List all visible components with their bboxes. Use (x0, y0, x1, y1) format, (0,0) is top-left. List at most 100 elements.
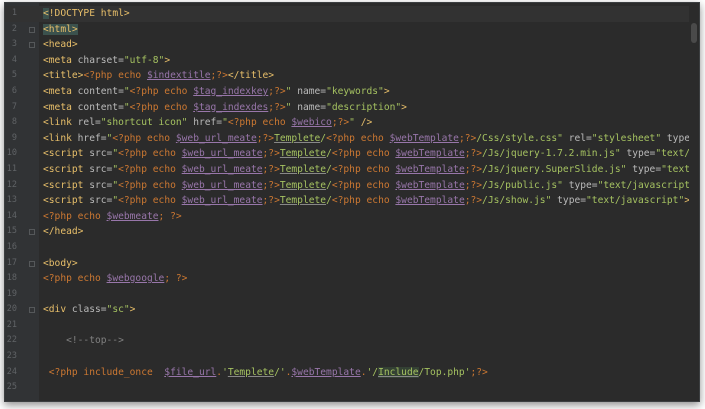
code-line[interactable]: 23 (5, 349, 689, 365)
code-line[interactable]: 20 <div class="sc"> (5, 302, 689, 318)
code-line[interactable]: 10 <script src="<?php echo $web_url_meate… (5, 146, 699, 162)
line-text: <title><?php echo $indextitle;?></title> (43, 68, 274, 84)
code-token: <link (43, 117, 78, 129)
code-token: > (164, 54, 171, 66)
line-number: 7 (11, 101, 17, 112)
line-text: <script src="<?php echo $web_url_meate;?… (43, 162, 699, 178)
code-line[interactable]: 16 (5, 240, 689, 256)
line-number: 14 (6, 210, 17, 221)
code-token: Templete (279, 179, 327, 191)
line-number: 22 (6, 335, 17, 346)
line-text: <?php echo $webmeate; ?> (43, 209, 182, 225)
code-token: src= (89, 195, 113, 207)
line-text: <div class="sc"> (43, 302, 135, 318)
code-token: <html> (43, 23, 78, 35)
code-line[interactable]: 6 <meta content= " <?php echo $tag_indexkey… (5, 84, 689, 100)
code-token: ;?> (464, 179, 483, 191)
code-token: $web_url_meate (181, 163, 263, 175)
line-number: 15 (6, 226, 17, 237)
code-line[interactable]: 3 <head> (5, 37, 689, 53)
code-area[interactable]: 1 <!DOCTYPE html> 2 <html> 3 <head> 4 <meta cha… (5, 6, 699, 401)
code-line[interactable]: 15 </head> (5, 224, 689, 240)
line-text: <body> (43, 256, 78, 272)
code-token: $webico (291, 117, 332, 129)
code-line[interactable]: 8 <link rel="shortcut icon" href= " <?php e… (5, 115, 689, 131)
code-token: <?php echo (326, 132, 390, 144)
line-number: 10 (6, 148, 17, 159)
code-token: $web_url_meate (181, 195, 263, 207)
code-token: <script (43, 148, 90, 160)
code-editor-window: 1 <!DOCTYPE html> 2 <html> 3 <head> 4 <meta cha… (4, 2, 700, 402)
code-token: <?php echo (118, 195, 182, 207)
code-line[interactable]: 7 <meta content= " <?php echo $tag_indexdes… (5, 100, 689, 116)
code-token: <script (43, 195, 90, 207)
code-token: /Css/style.css" (476, 132, 569, 144)
code-token: $web_url_meate (181, 179, 263, 191)
code-token: content= (77, 85, 124, 97)
line-number: 23 (6, 351, 17, 362)
code-line[interactable]: 1 <!DOCTYPE html> (5, 6, 689, 22)
code-token: "stylesheet" (591, 132, 667, 144)
code-token: $web_url_meate (181, 148, 263, 160)
code-token: rel= (77, 117, 101, 129)
fold-marker-icon[interactable] (29, 42, 35, 49)
code-line[interactable]: 9 <link href="<?php echo $web_url_meate;?… (5, 131, 699, 147)
line-text: <link href="<?php echo $web_url_meate;?>… (43, 131, 699, 147)
fold-marker-icon[interactable] (29, 307, 35, 314)
code-token: Templete (279, 195, 327, 207)
fold-marker-icon[interactable] (29, 229, 35, 236)
code-token: $webTemplate (395, 148, 465, 160)
code-token: <meta (43, 54, 78, 66)
code-line[interactable]: 19 (5, 287, 689, 303)
code-token: <title> (43, 70, 84, 82)
line-number: 13 (6, 195, 17, 206)
code-line[interactable]: 5 <title><?php echo $indextitle;?></title… (5, 68, 689, 84)
code-token: src= (89, 179, 113, 191)
code-token: "text/javascript" (586, 195, 685, 207)
code-token: <?php echo (331, 163, 396, 175)
code-token: type= (626, 148, 656, 160)
code-token: $tag_indexkey (193, 85, 269, 97)
line-text: <script src="<?php echo $web_url_meate;?… (43, 178, 699, 194)
code-line[interactable]: 17 <body> (5, 256, 689, 272)
fold-marker-icon[interactable] (29, 260, 35, 267)
code-token: $tag_indexdes (193, 101, 269, 113)
line-number: 6 (11, 85, 17, 96)
code-token: $web_url_meate (175, 132, 257, 144)
code-token: ;?> (210, 70, 228, 82)
code-line[interactable]: 13 <script src="<?php echo $web_url_meate… (5, 193, 699, 209)
code-line[interactable]: 21 (5, 318, 689, 334)
line-number: 20 (6, 304, 17, 315)
line-text: <?php include_once $file_url.'Templete/'… (43, 365, 488, 381)
code-token: "shortcut icon" (100, 117, 194, 129)
code-token: <div (43, 304, 72, 316)
code-line[interactable]: 4 <meta charset="utf-8"> (5, 53, 689, 69)
line-text: <!--top--> (43, 333, 124, 349)
line-number: 18 (6, 273, 17, 284)
line-text: <?php echo $webgoogle; ?> (43, 271, 187, 287)
code-token: " (285, 101, 298, 113)
line-number: 5 (11, 70, 17, 81)
code-line[interactable]: 2 <html> (5, 22, 689, 38)
code-token: /Js/jquery-1.7.2.min.js" (482, 148, 627, 160)
code-line[interactable]: 25 (5, 380, 689, 396)
code-line[interactable]: 22 <!--top--> (5, 333, 689, 349)
code-token: /Js/jquery.SuperSlide.js" (482, 163, 633, 175)
line-text: <meta content= " <?php echo $tag_indexdes;… (43, 100, 407, 116)
code-token: ;?> (470, 366, 488, 378)
code-token: <?php echo (118, 179, 182, 191)
code-token: ;?> (464, 163, 483, 175)
code-token: $webgoogle (106, 273, 165, 285)
code-line[interactable]: 24 <?php include_once $file_url.'Templet… (5, 365, 689, 381)
code-token: /Js/show.js" (482, 195, 558, 207)
line-number: 21 (6, 319, 17, 330)
code-line[interactable]: 14 <?php echo $webmeate; ?> (5, 209, 689, 225)
code-line[interactable]: 18 <?php echo $webgoogle; ?> (5, 271, 689, 287)
code-line[interactable]: 11 <script src="<?php echo $web_url_meate… (5, 162, 699, 178)
fold-marker-icon[interactable] (29, 26, 35, 33)
vertical-scrollbar[interactable] (689, 3, 699, 401)
line-text: <link rel="shortcut icon" href= " <?php ec… (43, 115, 372, 131)
scrollbar-thumb[interactable] (691, 23, 697, 43)
code-line[interactable]: 12 <script src="<?php echo $web_url_meate… (5, 178, 699, 194)
code-token: <?php echo (129, 85, 194, 97)
